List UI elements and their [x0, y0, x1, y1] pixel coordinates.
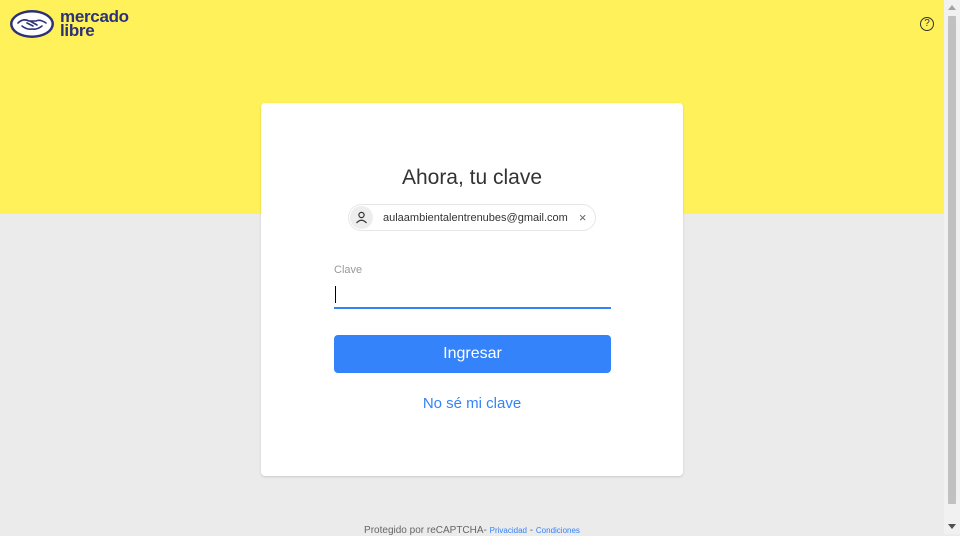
logo-text: mercado libre [60, 8, 129, 40]
mercadolibre-logo[interactable]: mercado libre [9, 8, 129, 40]
handshake-logo-icon [10, 10, 54, 38]
password-label: Clave [334, 264, 363, 276]
user-icon [356, 211, 367, 224]
scroll-thumb[interactable] [948, 16, 956, 504]
logo-line2: libre [60, 21, 95, 40]
forgot-password-link[interactable]: No sé mi clave [261, 395, 683, 412]
footer-separator: - [527, 525, 536, 536]
scroll-up-icon[interactable] [948, 5, 956, 10]
submit-button[interactable]: Ingresar [334, 335, 611, 373]
help-icon[interactable]: ? [920, 17, 934, 31]
page-title: Ahora, tu clave [401, 166, 543, 189]
scroll-down-icon[interactable] [948, 524, 956, 529]
user-avatar [350, 206, 373, 229]
password-input[interactable] [334, 281, 611, 305]
recaptcha-footer: Protegido por reCAPTCHA- Privacidad - Co… [0, 525, 944, 536]
vertical-scrollbar[interactable] [944, 0, 960, 534]
text-caret [335, 286, 336, 303]
login-card: Ahora, tu clave aulaambientalentrenubes@… [261, 103, 683, 476]
account-chip: aulaambientalentrenubes@gmail.com × [348, 204, 596, 231]
close-icon[interactable]: × [579, 211, 587, 224]
account-email: aulaambientalentrenubes@gmail.com [383, 211, 568, 224]
footer-text: Protegido por reCAPTCHA- [364, 525, 490, 536]
password-field-wrapper [334, 281, 611, 309]
